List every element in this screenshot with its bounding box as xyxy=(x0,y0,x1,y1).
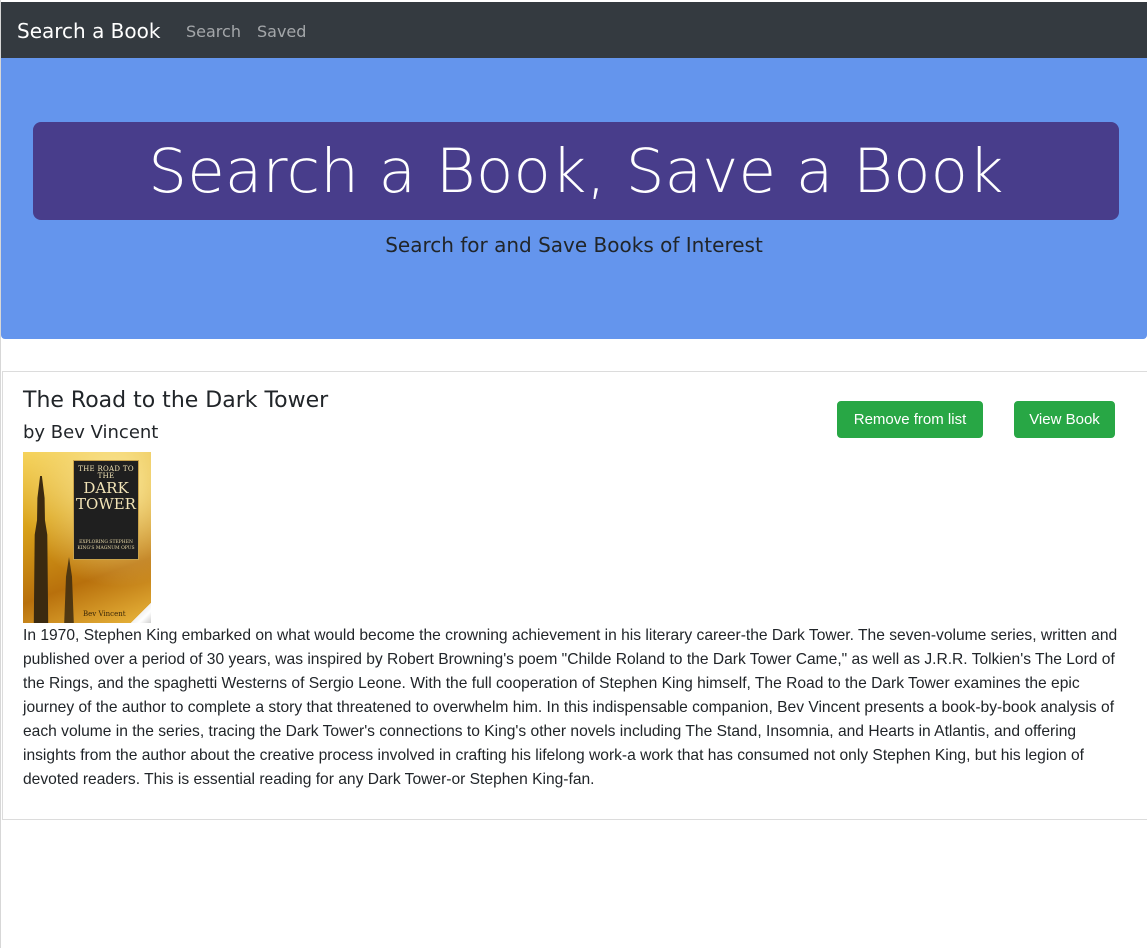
navbar: Search a Book Search Saved xyxy=(1,2,1147,58)
cover-title-dark: DARK xyxy=(83,479,129,497)
navbar-brand[interactable]: Search a Book xyxy=(17,19,160,43)
jumbotron: Search a Book, Save a Book Search for an… xyxy=(1,58,1147,339)
cover-subtitle: EXPLORING STEPHEN KING'S MAGNUM OPUS xyxy=(77,540,135,551)
hero-title-box: Search a Book, Save a Book xyxy=(33,122,1119,220)
book-card: The Road to the Dark Tower by Bev Vincen… xyxy=(2,371,1147,820)
cover-title-tower: TOWER xyxy=(76,495,136,513)
hero-title: Search a Book, Save a Book xyxy=(148,135,1004,207)
book-description: In 1970, Stephen King embarked on what w… xyxy=(23,627,1118,788)
book-author: by Bev Vincent xyxy=(23,422,159,443)
book-title: The Road to the Dark Tower xyxy=(23,388,329,413)
hero-subtitle: Search for and Save Books of Interest xyxy=(385,233,763,257)
nav-link-search[interactable]: Search xyxy=(186,22,241,42)
nav-link-saved[interactable]: Saved xyxy=(257,22,306,42)
remove-from-list-button[interactable]: Remove from list xyxy=(837,401,983,438)
book-cover-image: THE ROAD TO THE DARK TOWER EXPLORING STE… xyxy=(23,452,151,623)
cover-title: THE ROAD TO THE DARK TOWER xyxy=(73,466,139,512)
view-book-button[interactable]: View Book xyxy=(1014,401,1115,438)
page-curl-icon xyxy=(131,603,151,623)
cover-author: Bev Vincent xyxy=(83,610,126,618)
